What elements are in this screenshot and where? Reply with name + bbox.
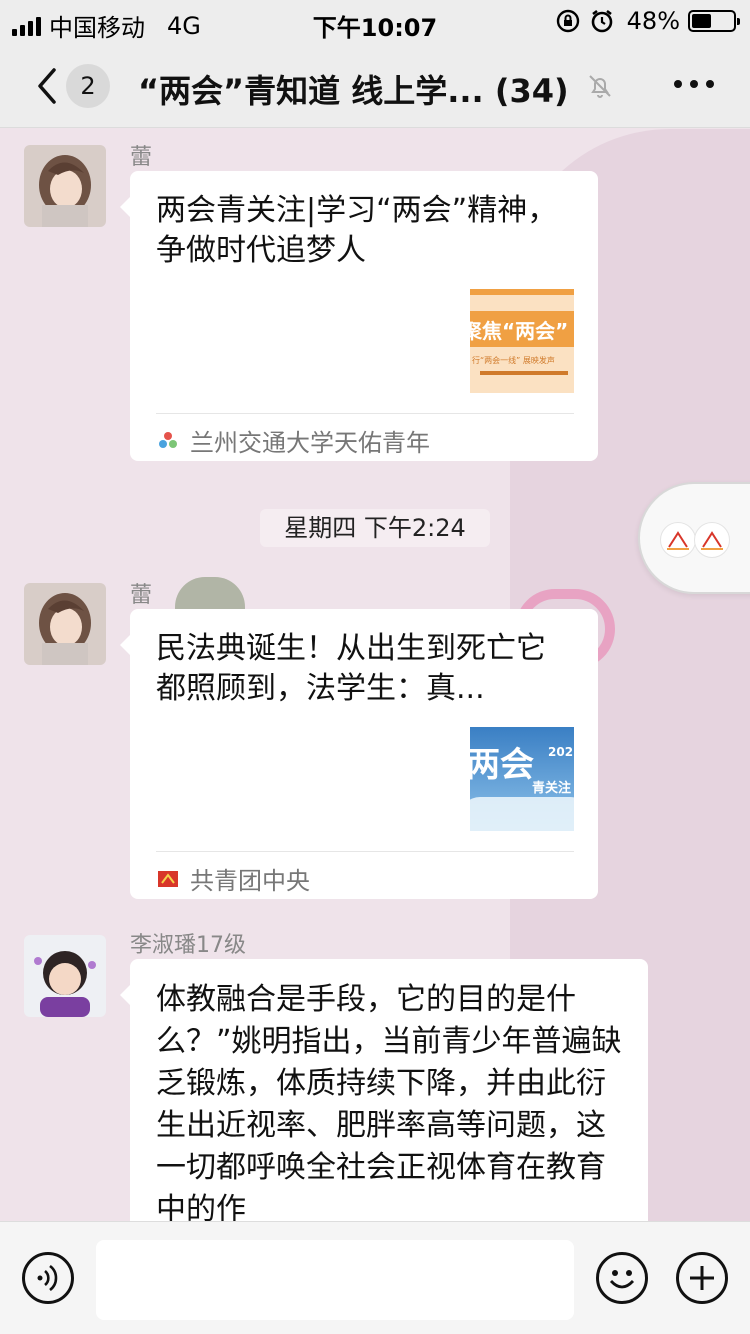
smiley-icon[interactable] — [596, 1252, 648, 1304]
article-card[interactable]: 两会青关注|学习“两会”精神，争做时代追梦人 聚焦“两会” 行“两会一线” 展映… — [120, 171, 598, 461]
chat-message-list[interactable]: 蕾 两会青关注|学习“两会”精神，争做时代追梦人 聚焦“两会” 行“两会一线” … — [0, 129, 750, 1221]
thumbnail-year: 202 — [548, 745, 574, 759]
avatar[interactable] — [24, 145, 106, 227]
article-thumbnail: 聚焦“两会” 行“两会一线” 展映发声 — [470, 289, 574, 393]
battery-percent: 48% — [626, 7, 680, 35]
chat-title: “两会”青知道 线上学... (34) — [138, 72, 569, 110]
thumbnail-text: 两会 — [470, 745, 534, 785]
status-bar: 中国移动 4G 下午10:07 48% — [0, 0, 750, 44]
unread-count-badge[interactable]: 2 — [66, 64, 110, 108]
article-title: 两会青关注|学习“两会”精神，争做时代追梦人 — [156, 193, 558, 268]
message-input[interactable] — [96, 1240, 574, 1320]
text-message[interactable]: 体教融合是手段，它的目的是什么？”姚明指出，当前青少年普遍缺乏锻炼，体质持续下降… — [120, 959, 648, 1221]
thumbnail-text: 聚焦“两会” — [470, 319, 569, 343]
floating-logo-icon — [694, 522, 730, 558]
sender-name: 蕾 — [130, 583, 153, 608]
article-thumbnail: 两会 202 青关注 — [470, 727, 574, 831]
voice-icon[interactable] — [22, 1252, 74, 1304]
article-title: 民法典诞生！从出生到死亡它都照顾到，法学生：真... — [156, 631, 546, 706]
plus-icon[interactable] — [676, 1252, 728, 1304]
thumbnail-subtext: 行“两会一线” 展映发声 — [472, 356, 555, 365]
ellipsis-icon[interactable] — [674, 80, 714, 88]
youth-league-logo-icon — [158, 870, 178, 887]
time-divider: 星期四 下午2:24 — [260, 509, 490, 547]
floating-logo-icon — [660, 522, 696, 558]
message-input-bar — [0, 1221, 750, 1334]
card-divider — [156, 413, 574, 414]
alarm-icon — [591, 9, 612, 33]
article-source: 兰州交通大学天佑青年 — [156, 423, 430, 458]
orientation-lock-icon — [556, 9, 579, 33]
status-right: 48% — [555, 7, 740, 35]
bell-slash-icon — [589, 75, 611, 98]
sender-name: 蕾 — [130, 145, 153, 170]
floating-window[interactable] — [638, 482, 750, 594]
source-name: 共青团中央 — [190, 867, 310, 895]
thumbnail-subtext: 青关注 — [532, 781, 572, 796]
account-logo-icon — [159, 431, 177, 448]
card-divider — [156, 851, 574, 852]
source-name: 兰州交通大学天佑青年 — [190, 429, 430, 457]
chat-header: 2 “两会”青知道 线上学... (34) — [0, 44, 750, 128]
sender-name: 李淑璠17级 — [130, 933, 246, 958]
article-card[interactable]: 民法典诞生！从出生到死亡它都照顾到，法学生：真... 两会 202 青关注 共青… — [120, 609, 598, 899]
message-text: 体教融合是手段，它的目的是什么？”姚明指出，当前青少年普遍缺乏锻炼，体质持续下降… — [156, 982, 622, 1221]
battery-icon — [688, 10, 740, 32]
chevron-left-icon[interactable] — [32, 66, 62, 106]
avatar[interactable] — [24, 935, 106, 1017]
article-source: 共青团中央 — [156, 861, 310, 896]
avatar[interactable] — [24, 583, 106, 665]
